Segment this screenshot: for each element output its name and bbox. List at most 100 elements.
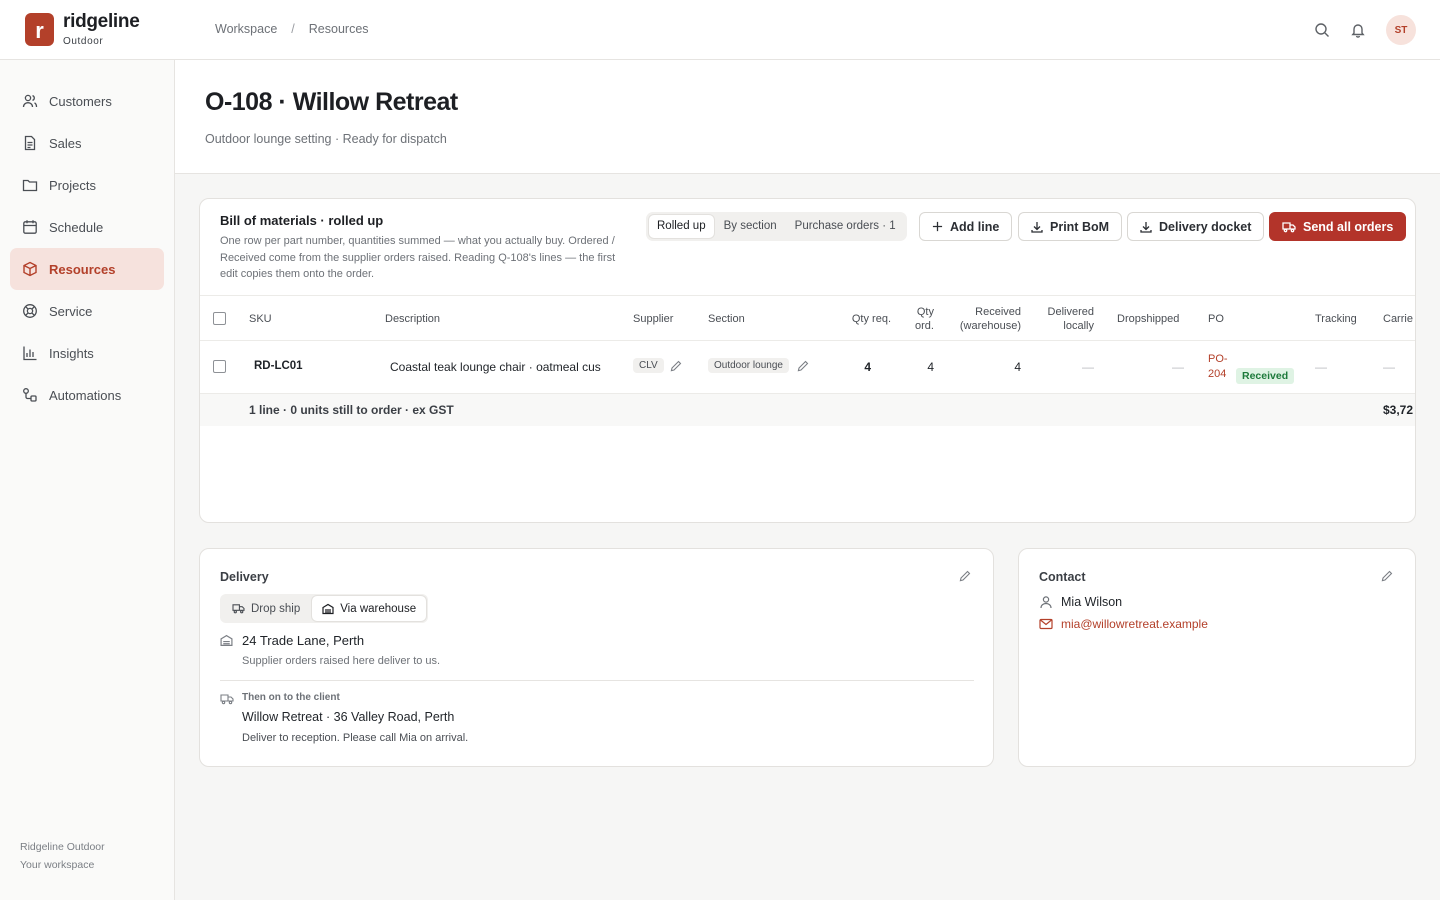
add-line-button[interactable]: Add line bbox=[919, 212, 1013, 241]
view-rolled-up[interactable]: Rolled up bbox=[649, 215, 714, 238]
sidebar-nav: Customers Sales Projects Schedule Resour… bbox=[10, 80, 164, 416]
col-qty-ord[interactable]: Qty ord. bbox=[904, 305, 934, 333]
view-purchase-orders[interactable]: Purchase orders · 1 bbox=[787, 215, 904, 238]
sidebar-item-schedule[interactable]: Schedule bbox=[10, 206, 164, 248]
table-total: $3,72 bbox=[1383, 403, 1414, 417]
sidebar-footer: Ridgeline Outdoor Your workspace bbox=[20, 838, 105, 874]
calendar-icon bbox=[23, 220, 37, 234]
row-description[interactable]: Coastal teak lounge chair · oatmeal cus bbox=[390, 360, 606, 374]
client-address: Willow Retreat · 36 Valley Road, Perth bbox=[242, 710, 455, 724]
row-tracking: — bbox=[1315, 360, 1327, 374]
sidebar-item-insights[interactable]: Insights bbox=[10, 332, 164, 374]
contact-name: Mia Wilson bbox=[1061, 595, 1123, 609]
sidebar-item-automations[interactable]: Automations bbox=[10, 374, 164, 416]
contact-email-row: mia@willowretreat.example bbox=[1039, 617, 1208, 631]
row-po-link[interactable]: PO- 204 bbox=[1208, 352, 1228, 382]
automation-icon bbox=[23, 388, 37, 402]
section-chip[interactable]: Outdoor lounge bbox=[708, 358, 789, 373]
search-icon[interactable] bbox=[1312, 20, 1332, 40]
page-header: O-108 · Willow Retreat Outdoor lounge se… bbox=[175, 60, 1440, 174]
sidebar-item-customers[interactable]: Customers bbox=[10, 80, 164, 122]
brand-name: ridgeline bbox=[63, 11, 140, 32]
row-qty-ord: 4 bbox=[927, 360, 934, 374]
sidebar-item-resources[interactable]: Resources bbox=[10, 248, 164, 290]
delivery-docket-label: Delivery docket bbox=[1159, 219, 1252, 234]
contact-label: Contact bbox=[1039, 570, 1086, 584]
bar-chart-icon bbox=[23, 346, 37, 361]
view-by-section[interactable]: By section bbox=[716, 215, 785, 238]
row-checkbox[interactable] bbox=[213, 360, 226, 373]
po-number-line2: 204 bbox=[1208, 368, 1227, 380]
mail-icon bbox=[1039, 618, 1053, 630]
col-dropshipped[interactable]: Dropshipped bbox=[1117, 312, 1179, 326]
breadcrumb-resources[interactable]: Resources bbox=[309, 22, 369, 36]
print-bom-button[interactable]: Print BoM bbox=[1018, 212, 1123, 241]
print-bom-label: Print BoM bbox=[1050, 219, 1110, 234]
pencil-icon[interactable] bbox=[670, 360, 682, 372]
col-received[interactable]: Received (warehouse) bbox=[940, 305, 1021, 333]
sidebar: Customers Sales Projects Schedule Resour… bbox=[0, 60, 175, 900]
breadcrumb: Workspace / Resources bbox=[215, 22, 369, 36]
col-sku[interactable]: SKU bbox=[249, 312, 272, 326]
document-icon bbox=[24, 135, 36, 151]
mode-drop-ship[interactable]: Drop ship bbox=[222, 596, 310, 621]
user-avatar[interactable]: ST bbox=[1386, 15, 1416, 45]
contact-name-row: Mia Wilson bbox=[1039, 595, 1122, 609]
delivery-docket-button[interactable]: Delivery docket bbox=[1127, 212, 1265, 241]
col-carrier[interactable]: Carrie bbox=[1383, 312, 1413, 326]
col-delivered-line2: locally bbox=[1063, 320, 1094, 332]
mode-via-warehouse-label: Via warehouse bbox=[340, 602, 417, 615]
col-received-line1: Received bbox=[975, 306, 1021, 318]
person-icon bbox=[1040, 596, 1052, 609]
truck-icon bbox=[1282, 221, 1296, 232]
col-description[interactable]: Description bbox=[385, 312, 440, 326]
sidebar-item-label: Automations bbox=[49, 387, 122, 403]
folder-icon bbox=[22, 179, 38, 192]
pencil-icon[interactable] bbox=[797, 360, 809, 372]
download-icon bbox=[1031, 221, 1043, 233]
sidebar-item-label: Insights bbox=[49, 345, 94, 361]
bom-description: One row per part number, quantities summ… bbox=[220, 235, 616, 280]
warehouse-icon bbox=[220, 634, 233, 646]
page-subtitle: Outdoor lounge setting · Ready for dispa… bbox=[205, 132, 447, 146]
supplier-chip[interactable]: CLV bbox=[633, 358, 664, 373]
sidebar-item-service[interactable]: Service bbox=[10, 290, 164, 332]
po-status-badge: Received bbox=[1236, 368, 1295, 384]
sidebar-item-label: Customers bbox=[49, 93, 112, 109]
lifebuoy-icon bbox=[23, 304, 37, 318]
bom-card: Bill of materials · rolled up One row pe… bbox=[199, 198, 1416, 523]
brand-logo[interactable]: r bbox=[25, 13, 54, 46]
col-supplier[interactable]: Supplier bbox=[633, 312, 673, 326]
row-dropshipped: — bbox=[1172, 360, 1184, 374]
download-icon bbox=[1140, 221, 1152, 233]
bell-icon[interactable] bbox=[1348, 20, 1368, 40]
col-delivered[interactable]: Delivered locally bbox=[1030, 305, 1094, 333]
col-po[interactable]: PO bbox=[1208, 312, 1224, 326]
pencil-icon[interactable] bbox=[1381, 570, 1393, 582]
truck-icon bbox=[232, 604, 245, 614]
contact-card: Contact Mia Wilson mia@willowretreat.exa… bbox=[1018, 548, 1416, 767]
breadcrumb-separator: / bbox=[291, 22, 295, 36]
pencil-icon[interactable] bbox=[959, 570, 971, 582]
col-received-line2: (warehouse) bbox=[959, 320, 1021, 332]
sidebar-item-sales[interactable]: Sales bbox=[10, 122, 164, 164]
sidebar-item-label: Schedule bbox=[49, 219, 104, 235]
breadcrumb-workspace[interactable]: Workspace bbox=[215, 22, 277, 36]
table-row[interactable]: RD-LC01 Coastal teak lounge chair · oatm… bbox=[200, 341, 1415, 394]
row-qty-req: 4 bbox=[864, 360, 871, 374]
row-carrier: — bbox=[1383, 360, 1395, 374]
warehouse-icon bbox=[322, 603, 334, 614]
plus-icon bbox=[932, 221, 943, 232]
col-qty-req[interactable]: Qty req. bbox=[830, 312, 891, 326]
col-section[interactable]: Section bbox=[708, 312, 745, 326]
mode-drop-ship-label: Drop ship bbox=[251, 602, 301, 615]
send-all-orders-button[interactable]: Send all orders bbox=[1269, 212, 1407, 241]
col-tracking[interactable]: Tracking bbox=[1315, 312, 1357, 326]
po-number-line1: PO- bbox=[1208, 353, 1228, 365]
contact-email-link[interactable]: mia@willowretreat.example bbox=[1061, 617, 1208, 631]
sidebar-item-label: Resources bbox=[49, 261, 116, 277]
mode-via-warehouse[interactable]: Via warehouse bbox=[312, 596, 427, 621]
select-all-checkbox[interactable] bbox=[213, 312, 226, 325]
sidebar-item-projects[interactable]: Projects bbox=[10, 164, 164, 206]
send-all-orders-label: Send all orders bbox=[1303, 219, 1394, 234]
